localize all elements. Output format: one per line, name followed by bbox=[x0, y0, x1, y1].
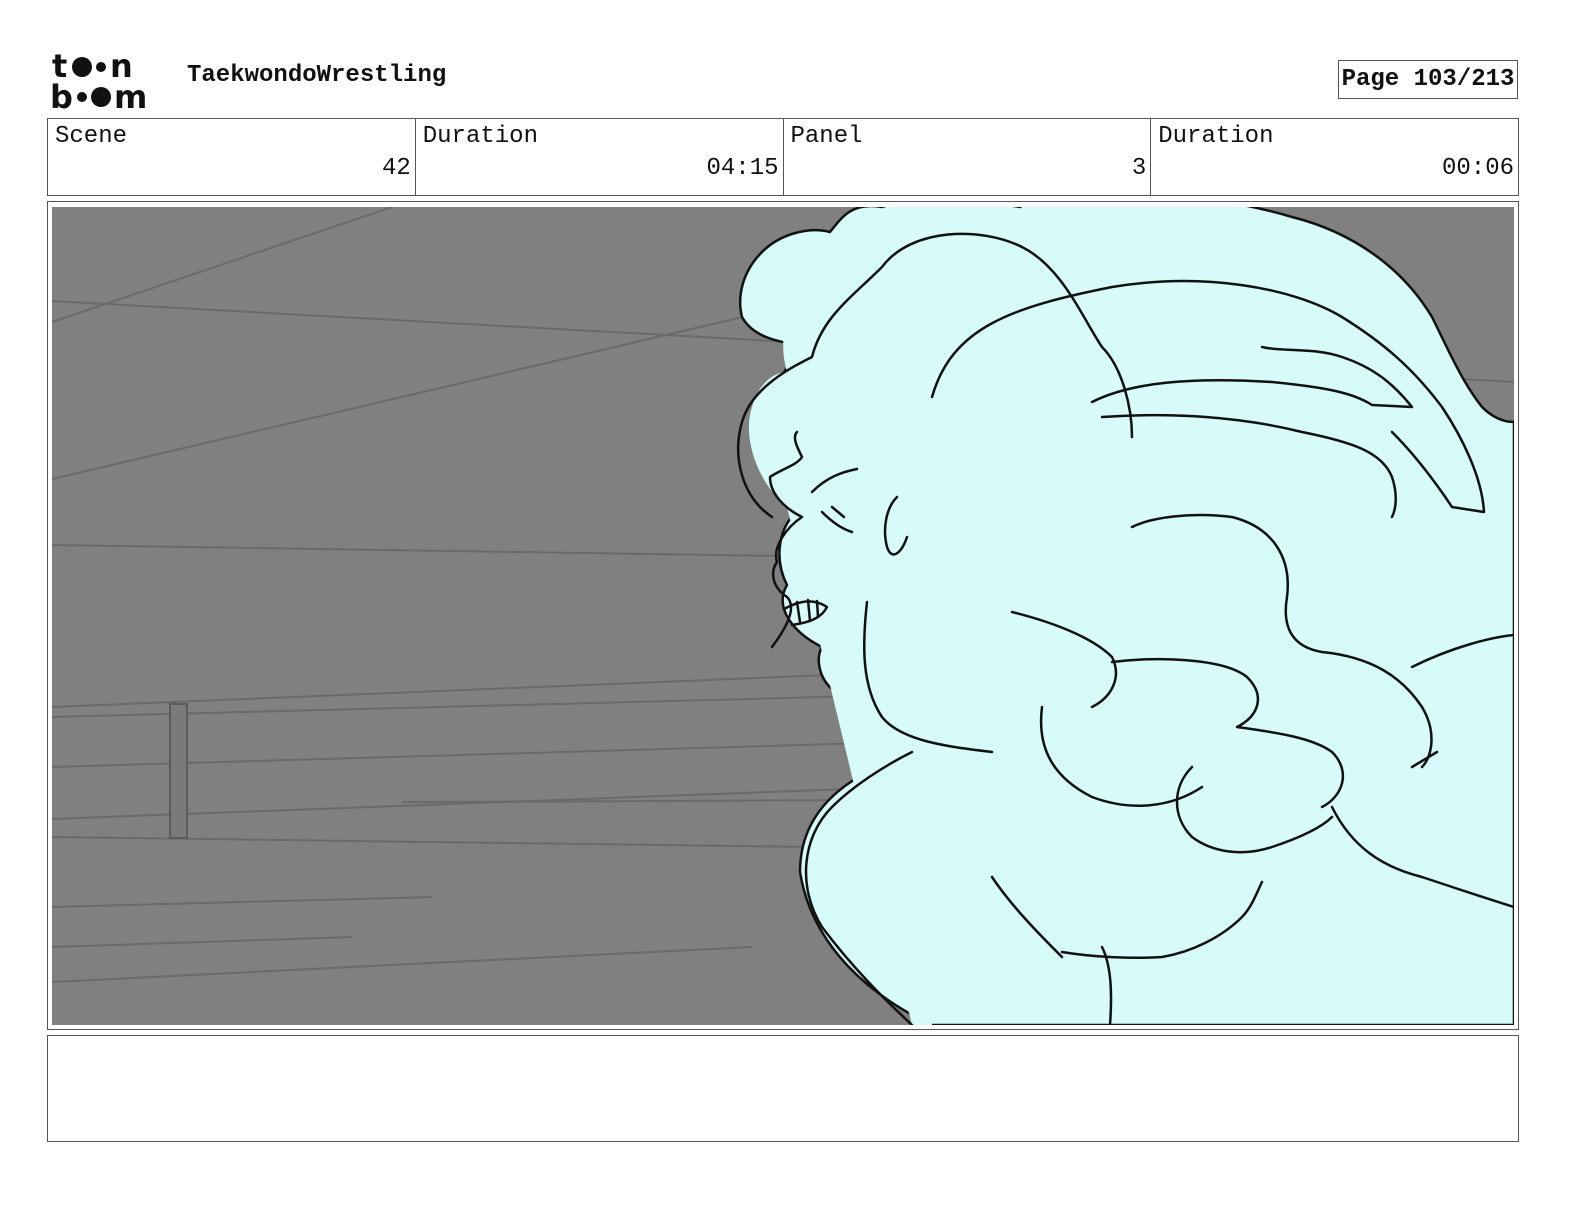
project-title: TaekwondoWrestling bbox=[187, 62, 447, 89]
panel-drawing bbox=[52, 207, 1514, 1025]
page-indicator: Page 103/213 bbox=[1338, 60, 1518, 99]
scene-value: 42 bbox=[381, 155, 411, 182]
panel-duration-cell: Duration 00:06 bbox=[1151, 119, 1518, 195]
scene-cell: Scene 42 bbox=[48, 119, 416, 195]
svg-text:m: m bbox=[114, 78, 147, 112]
panel-label: Panel bbox=[790, 123, 863, 150]
scene-duration-value: 04:15 bbox=[706, 155, 779, 182]
notes-box bbox=[47, 1035, 1519, 1142]
scene-label: Scene bbox=[55, 123, 128, 150]
panel-cell: Panel 3 bbox=[784, 119, 1152, 195]
storyboard-panel bbox=[47, 201, 1519, 1030]
toonboom-logo: t n b m bbox=[50, 50, 147, 112]
scene-duration-cell: Duration 04:15 bbox=[416, 119, 784, 195]
scene-info-row: Scene 42 Duration 04:15 Panel 3 Duration… bbox=[47, 118, 1519, 196]
panel-duration-label: Duration bbox=[1158, 123, 1274, 150]
panel-duration-value: 00:06 bbox=[1441, 155, 1514, 182]
scene-duration-label: Duration bbox=[422, 123, 538, 150]
svg-text:b: b bbox=[50, 78, 73, 112]
panel-value: 3 bbox=[1131, 155, 1147, 182]
